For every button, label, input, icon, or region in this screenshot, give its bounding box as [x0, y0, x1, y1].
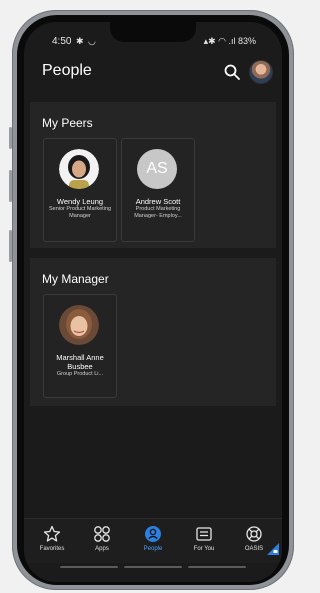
my-manager-section: My Manager Marshall Anne Busbee Group Pr…: [30, 258, 276, 406]
person-role: Product Marketing Manager- Employ...: [134, 206, 182, 219]
bottom-navigation: Favorites Apps People For You OASIS: [24, 518, 282, 563]
page-title: People: [42, 62, 92, 79]
person-photo: [59, 305, 99, 345]
status-right-icons: ▴✱ ◠ .ıl 83%: [203, 36, 256, 46]
profile-avatar[interactable]: [249, 60, 273, 84]
person-name: Marshall Anne Busbee: [56, 353, 104, 371]
nav-item-for-you[interactable]: For You: [180, 525, 228, 559]
person-card-wendy-leung[interactable]: Wendy Leung Senior Product Marketing Man…: [43, 138, 117, 242]
apps-icon: [94, 526, 110, 542]
app-header: People: [24, 54, 282, 94]
for-you-icon: [196, 527, 212, 541]
nav-item-people[interactable]: People: [129, 525, 177, 559]
section-title-peers: My Peers: [42, 116, 93, 130]
star-icon: [43, 525, 61, 542]
phone-side-button: [9, 170, 12, 202]
search-icon[interactable]: [223, 63, 241, 81]
lifebuoy-icon: [246, 526, 262, 542]
my-peers-section: My Peers Wendy Leung Senior Product Mark…: [30, 102, 276, 248]
nav-item-favorites[interactable]: Favorites: [28, 525, 76, 559]
person-role: Group Product Li...: [56, 371, 104, 377]
status-time: 4:50: [52, 36, 72, 47]
people-icon: [145, 526, 161, 542]
home-indicator: [60, 566, 246, 568]
person-photo: [59, 149, 99, 189]
person-card-marshall-anne-busbee[interactable]: Marshall Anne Busbee Group Product Li...: [43, 294, 117, 398]
person-name: Andrew Scott: [135, 197, 181, 206]
nav-label: People: [143, 546, 163, 552]
nav-label: Favorites: [39, 546, 65, 552]
nav-label: For You: [193, 546, 215, 552]
phone-side-button: [9, 127, 12, 149]
person-role: Senior Product Marketing Manager: [48, 206, 112, 219]
status-left-icons: ✱ ◡: [76, 36, 97, 46]
section-title-manager: My Manager: [42, 272, 109, 286]
app-screen: 4:50 ✱ ◡ ▴✱ ◠ .ıl 83% People My Peers We…: [24, 22, 282, 582]
phone-side-button: [9, 230, 12, 262]
nav-label: Apps: [95, 546, 109, 552]
person-initials-avatar: AS: [137, 149, 177, 189]
person-name: Wendy Leung: [56, 197, 104, 206]
corner-badge-icon: [267, 543, 279, 555]
person-card-andrew-scott[interactable]: AS Andrew Scott Product Marketing Manage…: [121, 138, 195, 242]
status-bar: 4:50 ✱ ◡ ▴✱ ◠ .ıl 83%: [24, 34, 282, 50]
nav-item-apps[interactable]: Apps: [78, 525, 126, 559]
